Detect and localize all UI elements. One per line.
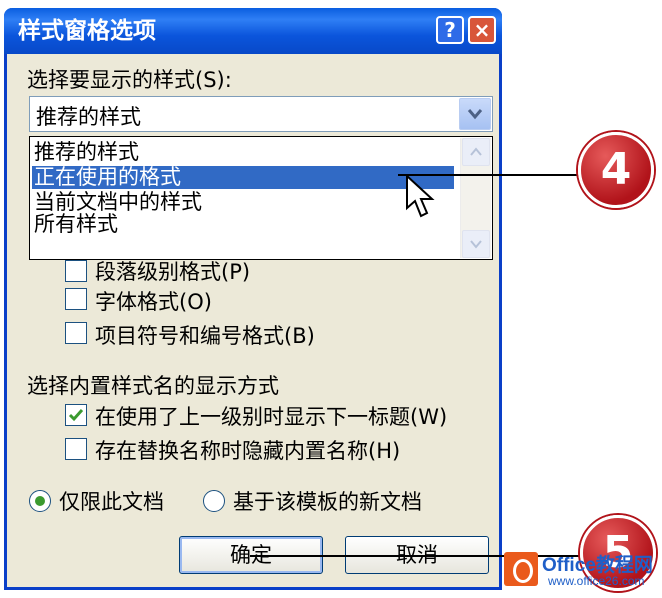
title-bar: 样式窗格选项 ? × xyxy=(4,8,502,54)
builtin-names-section-label: 选择内置样式名的显示方式 xyxy=(27,374,279,398)
callout-4-badge: 4 xyxy=(578,132,654,208)
help-icon: ? xyxy=(444,18,456,42)
chevron-up-icon xyxy=(470,147,482,156)
paragraph-level-format-label: 段落级别格式(P) xyxy=(95,260,251,284)
office-logo-icon xyxy=(504,552,538,586)
dropdown-option-recommended[interactable]: 推荐的样式 xyxy=(32,141,454,164)
show-next-heading-checkbox[interactable] xyxy=(65,404,87,426)
dropdown-option-all-styles[interactable]: 所有样式 xyxy=(32,213,454,236)
hide-builtin-name-label: 存在替换名称时隐藏内置名称(H) xyxy=(95,439,401,463)
font-format-checkbox[interactable] xyxy=(65,288,87,310)
combobox-value: 推荐的样式 xyxy=(36,105,141,129)
dialog-title: 样式窗格选项 xyxy=(18,18,156,44)
scroll-down-button[interactable] xyxy=(462,230,490,258)
dropdown-scrollbar[interactable] xyxy=(460,138,491,258)
checkmark-icon xyxy=(68,409,84,422)
select-styles-label: 选择要显示的样式(S): xyxy=(27,68,232,92)
chevron-down-icon xyxy=(467,109,483,120)
combobox-dropdown-button[interactable] xyxy=(459,98,491,130)
bullet-numbering-format-checkbox[interactable] xyxy=(65,322,87,344)
show-next-heading-label: 在使用了上一级别时显示下一标题(W) xyxy=(95,405,448,429)
dropdown-option-in-current-document[interactable]: 当前文档中的样式 xyxy=(32,191,454,214)
styles-to-show-combobox[interactable]: 推荐的样式 xyxy=(29,96,493,132)
scroll-up-button[interactable] xyxy=(462,138,490,166)
bullet-numbering-format-label: 项目符号和编号格式(B) xyxy=(95,324,315,348)
paragraph-level-format-checkbox[interactable] xyxy=(65,260,87,282)
this-document-only-radio[interactable] xyxy=(29,490,51,512)
close-icon: × xyxy=(473,18,491,42)
font-format-label: 字体格式(O) xyxy=(95,290,212,314)
help-button[interactable]: ? xyxy=(436,16,464,44)
radio-selected-dot xyxy=(35,496,45,506)
new-docs-from-template-radio[interactable] xyxy=(203,490,225,512)
mouse-cursor-icon xyxy=(406,174,435,218)
callout-4-line xyxy=(398,174,578,176)
close-button[interactable]: × xyxy=(468,16,496,44)
watermark-url-text: www.office26.com xyxy=(548,574,645,588)
new-docs-from-template-label: 基于该模板的新文档 xyxy=(233,490,422,514)
style-pane-options-dialog: 样式窗格选项 ? × 选择要显示的样式(S): 推荐的样式 推荐的样式 正在使用… xyxy=(4,8,502,590)
this-document-only-label: 仅限此文档 xyxy=(59,490,164,514)
dropdown-option-in-use[interactable]: 正在使用的格式 xyxy=(32,166,454,189)
chevron-down-icon xyxy=(470,240,482,249)
hide-builtin-name-checkbox[interactable] xyxy=(65,438,87,460)
watermark-main-text: Office教程网 xyxy=(542,555,653,576)
